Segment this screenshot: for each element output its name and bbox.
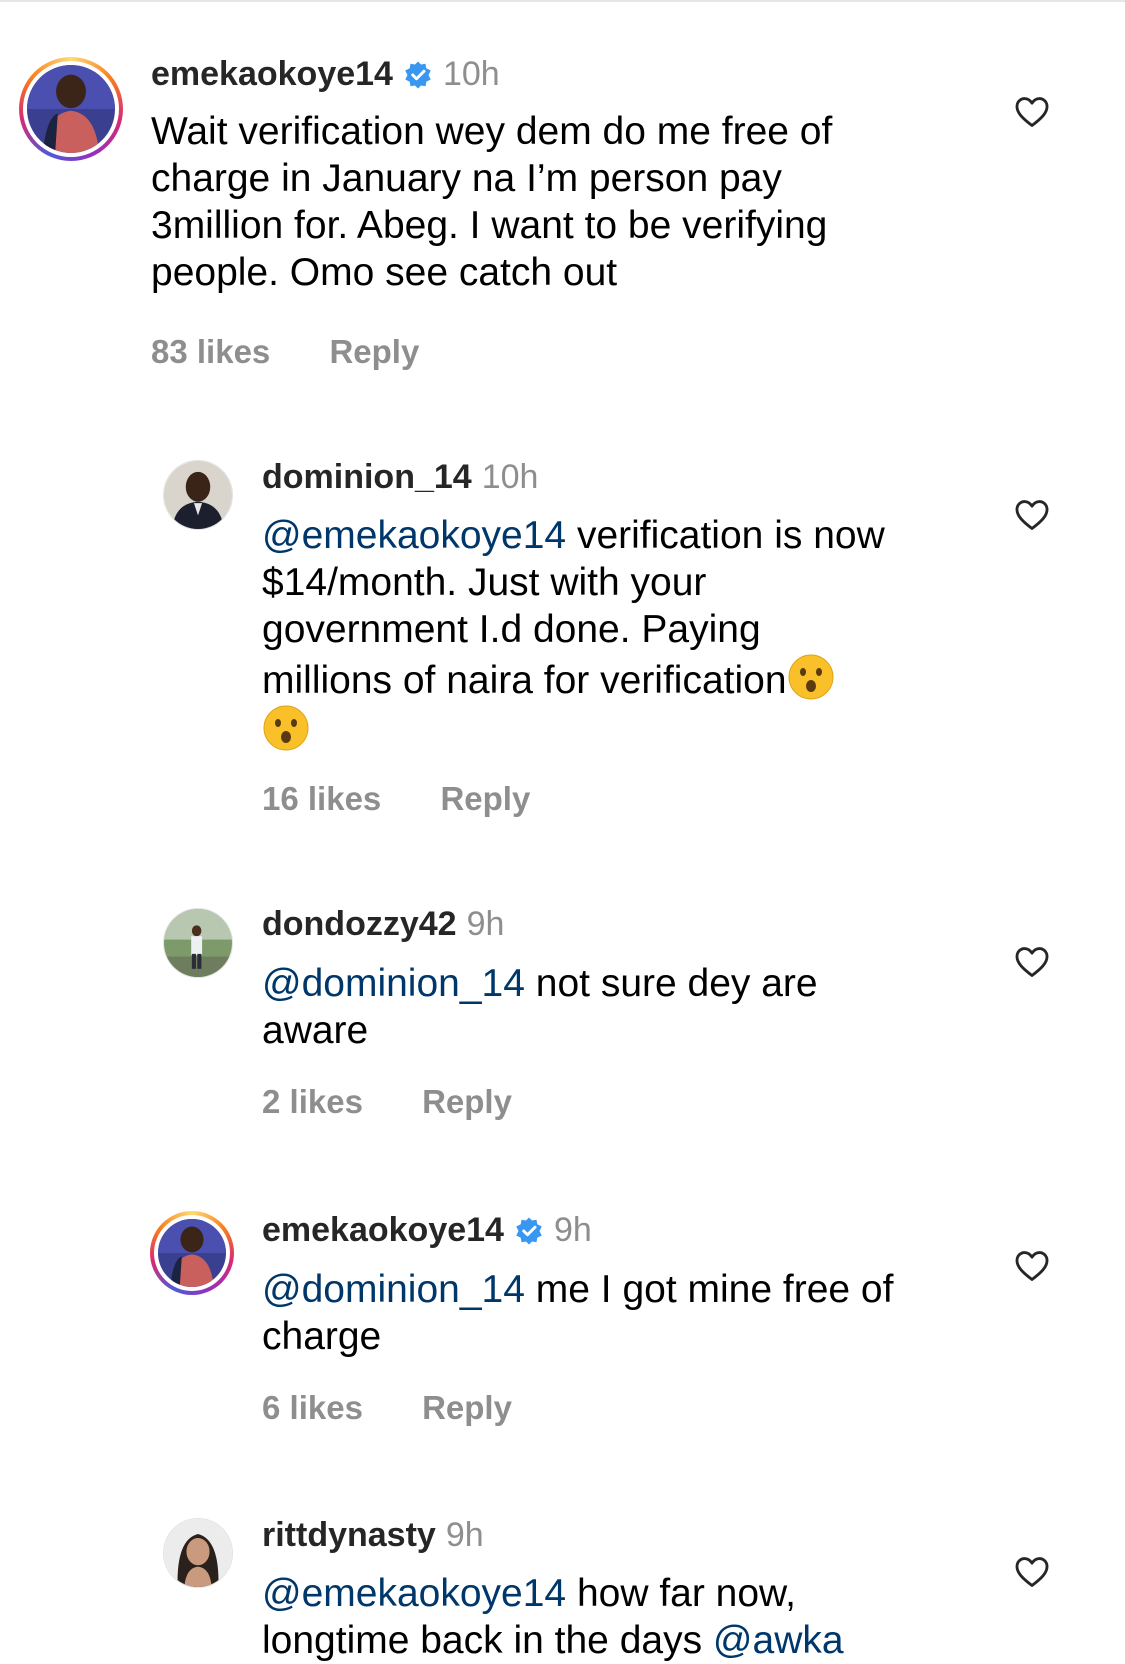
- hushed-face-emoji: [788, 654, 834, 700]
- avatar-story-ring[interactable]: [150, 1211, 234, 1295]
- comment-text: @emekaokoye14 verification is now $14/mo…: [262, 512, 982, 755]
- comment-text-line: people. Omo see catch out: [151, 251, 618, 294]
- heart-icon[interactable]: [1013, 1247, 1051, 1285]
- comment-text-line: @dominion_14 not sure dey are: [262, 960, 982, 1007]
- comment-text-line: @dominion_14 me I got mine free of: [262, 1266, 982, 1313]
- comment-text-line: Wait verification wey dem do me free of: [151, 110, 833, 153]
- comment-text-line: millions of naira for verification: [262, 653, 982, 704]
- mention-link[interactable]: @emekaokoye14: [262, 1572, 566, 1615]
- comment-text: @emekaokoye14 how far now, longtime back…: [262, 1570, 1002, 1664]
- mention-link[interactable]: @awka: [713, 1619, 844, 1662]
- comment-text-line: [262, 704, 982, 755]
- mention-link[interactable]: @dominion_14: [262, 962, 525, 1005]
- timestamp: 9h: [445, 1516, 484, 1554]
- comment-text: @dominion_14 me I got mine free of charg…: [262, 1266, 982, 1360]
- comment-text-line: @emekaokoye14 verification is now: [262, 512, 982, 559]
- username[interactable]: emekaokoye14: [151, 55, 393, 94]
- comment-text-line: government I.d done. Paying: [262, 608, 761, 651]
- comment-text-segment: how far now,: [566, 1572, 796, 1615]
- username[interactable]: dominion_14: [262, 458, 472, 497]
- reply-button[interactable]: Reply: [422, 1083, 512, 1121]
- heart-icon[interactable]: [1013, 943, 1051, 981]
- comment-text-segment: verification is now: [566, 514, 885, 557]
- avatar: [27, 65, 115, 153]
- comment-text-line: 3million for. Abeg. I want to be verifyi…: [151, 204, 828, 247]
- like-count[interactable]: 83 likes: [151, 333, 270, 371]
- reply-button[interactable]: Reply: [422, 1389, 512, 1427]
- comment-text: @dominion_14 not sure dey are aware: [262, 960, 982, 1054]
- comment-text-line: longtime back in the days @awka: [262, 1617, 1002, 1664]
- heart-icon[interactable]: [1013, 496, 1051, 534]
- comment-text: Wait verification wey dem do me free of …: [151, 108, 931, 296]
- comment-text-segment: not sure dey are: [524, 962, 818, 1005]
- comment-text-line: charge: [262, 1315, 382, 1358]
- timestamp: 10h: [442, 55, 500, 93]
- comment-text-line: charge in January na I’m person pay: [151, 157, 782, 200]
- like-count[interactable]: 2 likes: [262, 1083, 363, 1121]
- avatar[interactable]: [163, 1518, 233, 1588]
- like-count[interactable]: 16 likes: [262, 780, 381, 818]
- username[interactable]: dondozzy42: [262, 905, 457, 944]
- top-divider: [0, 0, 1125, 2]
- comment-text-segment: millions of naira for verification: [262, 659, 787, 702]
- verified-badge-icon: [405, 61, 431, 88]
- heart-icon[interactable]: [1013, 1553, 1051, 1591]
- heart-icon[interactable]: [1013, 93, 1051, 131]
- like-count[interactable]: 6 likes: [262, 1389, 363, 1427]
- avatar[interactable]: [163, 908, 233, 978]
- avatar[interactable]: [163, 460, 233, 530]
- timestamp: 10h: [481, 458, 539, 496]
- mention-link[interactable]: @emekaokoye14: [262, 514, 566, 557]
- avatar: [158, 1219, 226, 1287]
- reply-button[interactable]: Reply: [440, 780, 530, 818]
- reply-button[interactable]: Reply: [329, 333, 419, 371]
- hushed-face-emoji: [263, 705, 309, 751]
- avatar-story-ring[interactable]: [19, 57, 123, 161]
- timestamp: 9h: [466, 905, 505, 943]
- verified-badge-icon: [516, 1217, 542, 1244]
- comment-text-segment: me I got mine free of: [524, 1268, 894, 1311]
- comment-text-line: aware: [262, 1009, 369, 1052]
- mention-link[interactable]: @dominion_14: [262, 1268, 525, 1311]
- comment-text-line: $14/month. Just with your: [262, 561, 707, 604]
- timestamp: 9h: [553, 1211, 592, 1249]
- username[interactable]: rittdynasty: [262, 1516, 436, 1555]
- username[interactable]: emekaokoye14: [262, 1211, 504, 1250]
- comment-text-line: @emekaokoye14 how far now,: [262, 1570, 1002, 1617]
- comment-text-segment: longtime back in the days: [262, 1619, 713, 1662]
